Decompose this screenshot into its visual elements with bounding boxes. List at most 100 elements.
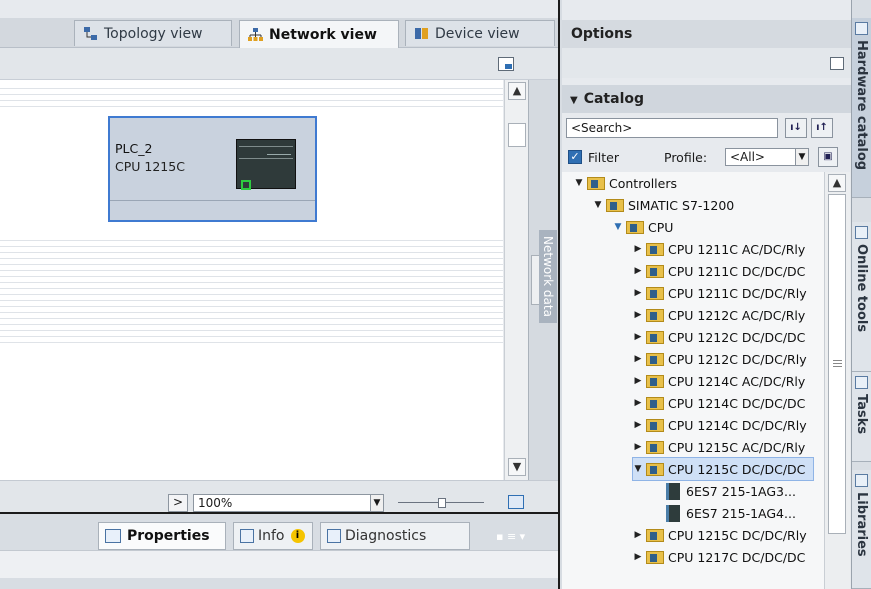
overview-icon[interactable] xyxy=(498,57,514,71)
scroll-up-button[interactable]: ▲ xyxy=(828,174,846,192)
collapse-icon[interactable]: ▶ xyxy=(633,244,643,254)
tree-item-cpu-1215c-dc-dc-rly[interactable]: ▶ CPU 1215C DC/DC/Rly xyxy=(633,524,807,546)
info-badge-icon: i xyxy=(290,529,305,543)
tree-item-cpu-1214c-dc-dc-dc[interactable]: ▶ CPU 1214C DC/DC/DC xyxy=(633,392,806,414)
tab-topology-label: Topology view xyxy=(104,25,203,42)
tree-item-label: CPU 1217C DC/DC/DC xyxy=(668,549,806,565)
collapse-icon[interactable]: ▶ xyxy=(633,376,643,386)
collapse-icon[interactable]: ▶ xyxy=(633,354,643,364)
tree-item-cpu-1211c-dc-dc-dc[interactable]: ▶ CPU 1211C DC/DC/DC xyxy=(633,260,806,282)
tree-item-label: CPU 1212C DC/DC/DC xyxy=(668,329,806,345)
tree-item-simatic-s7-1200[interactable]: ▼ SIMATIC S7-1200 xyxy=(593,194,735,216)
tree-item-6es7-215-1ag3[interactable]: 6ES7 215-1AG3... xyxy=(666,480,796,502)
tree-item-cpu-1215c-dc-dc-dc[interactable]: ▼ CPU 1215C DC/DC/DC xyxy=(632,457,814,481)
tree-item-cpu[interactable]: ▼ CPU xyxy=(613,216,674,238)
zoom-value: 100% xyxy=(198,496,233,510)
device-type: CPU 1215C xyxy=(115,159,185,174)
side-tab-label: Tasks xyxy=(854,394,869,435)
folder-icon xyxy=(646,242,664,256)
device-name: PLC_2 xyxy=(115,141,153,156)
tab-properties[interactable]: Properties xyxy=(98,522,226,550)
catalog-scrollbar[interactable]: ▲ xyxy=(824,172,850,589)
tree-item-controllers[interactable]: ▼ Controllers xyxy=(574,172,677,194)
profile-label: Profile: xyxy=(664,150,708,165)
fit-view-icon[interactable] xyxy=(508,495,524,509)
plc-device-box[interactable]: PLC_2 CPU 1215C xyxy=(108,116,317,222)
folder-icon xyxy=(646,308,664,322)
tab-network-view[interactable]: Network view xyxy=(239,20,399,48)
tree-item-cpu-1211c-dc-dc-rly[interactable]: ▶ CPU 1211C DC/DC/Rly xyxy=(633,282,807,304)
tree-item-cpu-1211c-ac-dc-rly[interactable]: ▶ CPU 1211C AC/DC/Rly xyxy=(633,238,806,260)
side-tab-online-tools[interactable]: Online tools xyxy=(852,222,871,372)
tree-item-cpu-1217c-dc-dc-dc[interactable]: ▶ CPU 1217C DC/DC/DC xyxy=(633,546,806,568)
expand-right-button[interactable]: > xyxy=(168,494,188,512)
filter-checkbox[interactable]: ✓ xyxy=(568,150,582,164)
network-data-tab[interactable]: Network data xyxy=(528,80,558,480)
scroll-thumb[interactable] xyxy=(508,123,526,147)
tree-item-cpu-1214c-dc-dc-rly[interactable]: ▶ CPU 1214C DC/DC/Rly xyxy=(633,414,807,436)
tree-item-label: CPU 1215C AC/DC/Rly xyxy=(668,439,806,455)
expand-icon[interactable]: ▼ xyxy=(633,464,643,474)
side-tab-tasks[interactable]: Tasks xyxy=(852,372,871,462)
tree-item-label: CPU 1214C DC/DC/DC xyxy=(668,395,806,411)
side-tab-libraries[interactable]: Libraries xyxy=(852,470,871,589)
tree-item-cpu-1214c-ac-dc-rly[interactable]: ▶ CPU 1214C AC/DC/Rly xyxy=(633,370,806,392)
catalog-search-input[interactable]: <Search> xyxy=(566,118,778,138)
plc-module-icon xyxy=(236,139,296,190)
folder-icon xyxy=(646,396,664,410)
folder-icon xyxy=(646,330,664,344)
folder-icon xyxy=(606,198,624,212)
zoom-select[interactable]: 100% xyxy=(193,494,383,512)
tab-topology-view[interactable]: Topology view xyxy=(74,20,232,46)
search-down-icon[interactable]: ı↓ xyxy=(785,118,807,138)
side-tab-hardware-catalog[interactable]: Hardware catalog xyxy=(852,18,871,198)
window-controls-icon[interactable]: ▪ ≡ ▾ xyxy=(496,530,550,544)
options-layout-icon[interactable] xyxy=(830,57,844,70)
folder-icon xyxy=(646,286,664,300)
collapse-icon[interactable]: ▶ xyxy=(633,398,643,408)
editor-toolbar xyxy=(0,48,558,80)
chevron-down-icon[interactable]: ▼ xyxy=(795,148,809,166)
scroll-up-button[interactable]: ▲ xyxy=(508,82,526,100)
tree-item-label: CPU 1211C DC/DC/Rly xyxy=(668,285,807,301)
search-up-icon[interactable]: ı↑ xyxy=(811,118,833,138)
scroll-down-button[interactable]: ▼ xyxy=(508,458,526,476)
collapse-icon[interactable]: ▶ xyxy=(633,310,643,320)
expand-icon[interactable]: ▼ xyxy=(574,178,584,188)
collapse-icon[interactable]: ▶ xyxy=(633,442,643,452)
catalog-icon xyxy=(855,22,868,35)
canvas-vertical-scrollbar[interactable]: ▲ ▼ xyxy=(504,80,528,480)
chevron-down-icon[interactable]: ▼ xyxy=(370,494,384,512)
collapse-icon[interactable]: ▶ xyxy=(633,288,643,298)
zoom-slider[interactable] xyxy=(398,498,484,508)
folder-icon xyxy=(646,418,664,432)
tree-item-cpu-1212c-dc-dc-dc[interactable]: ▶ CPU 1212C DC/DC/DC xyxy=(633,326,806,348)
options-title: Options xyxy=(562,20,851,48)
tree-item-cpu-1215c-ac-dc-rly[interactable]: ▶ CPU 1215C AC/DC/Rly xyxy=(633,436,806,458)
tree-item-cpu-1212c-ac-dc-rly[interactable]: ▶ CPU 1212C AC/DC/Rly xyxy=(633,304,806,326)
tree-item-label: CPU 1214C DC/DC/Rly xyxy=(668,417,807,433)
expand-icon[interactable]: ▼ xyxy=(613,222,623,232)
tree-item-6es7-215-1ag4[interactable]: 6ES7 215-1AG4... xyxy=(666,502,796,524)
expand-icon[interactable]: ▼ xyxy=(593,200,603,210)
folder-icon xyxy=(646,550,664,564)
catalog-tree: ▼ Controllers ▼ SIMATIC S7-1200 ▼ CPU ▶ CPU … xyxy=(562,172,824,589)
collapse-icon[interactable]: ▶ xyxy=(633,420,643,430)
tree-item-cpu-1212c-dc-dc-rly[interactable]: ▶ CPU 1212C DC/DC/Rly xyxy=(633,348,807,370)
tab-info[interactable]: Info i xyxy=(233,522,313,550)
filter-label: Filter xyxy=(588,150,619,165)
collapse-icon[interactable]: ▶ xyxy=(633,266,643,276)
collapse-icon[interactable]: ▶ xyxy=(633,332,643,342)
module-icon xyxy=(666,504,680,522)
profile-settings-icon[interactable]: ▣ xyxy=(818,147,838,167)
tab-diagnostics[interactable]: Diagnostics xyxy=(320,522,470,550)
collapse-icon[interactable]: ▶ xyxy=(633,552,643,562)
collapse-icon[interactable]: ▶ xyxy=(633,530,643,540)
tab-device-view[interactable]: Device view xyxy=(405,20,555,46)
tree-item-label: 6ES7 215-1AG3... xyxy=(686,483,796,499)
scroll-thumb[interactable] xyxy=(828,194,846,534)
folder-icon xyxy=(646,374,664,388)
catalog-header[interactable]: ▼ Catalog xyxy=(562,85,851,113)
side-tab-label: Hardware catalog xyxy=(854,40,869,171)
info-icon xyxy=(240,529,254,543)
